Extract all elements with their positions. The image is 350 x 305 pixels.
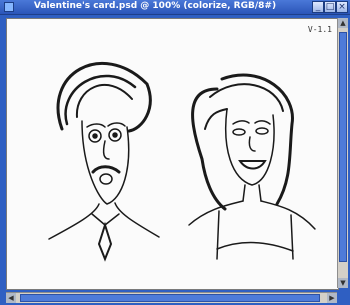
document-icon (4, 2, 14, 12)
vertical-scroll-thumb[interactable] (339, 32, 347, 262)
scroll-left-icon[interactable]: ◀ (6, 293, 16, 303)
vertical-scrollbar[interactable]: ▲ ▼ (337, 18, 348, 288)
man-sketch (48, 62, 160, 262)
scroll-down-icon[interactable]: ▼ (338, 278, 348, 288)
close-button[interactable]: × (336, 1, 348, 13)
window-titlebar[interactable]: Valentine's card.psd @ 100% (colorize, R… (0, 0, 350, 15)
scroll-up-icon[interactable]: ▲ (338, 18, 348, 28)
image-window: Valentine's card.psd @ 100% (colorize, R… (0, 0, 350, 305)
sketch-artwork (48, 62, 316, 262)
woman-sketch (188, 73, 316, 260)
window-title: Valentine's card.psd @ 100% (colorize, R… (33, 1, 277, 11)
maximize-button[interactable]: □ (324, 1, 336, 13)
horizontal-scrollbar[interactable]: ◀ ▶ (6, 292, 337, 303)
layer-badge: V-1.1 (307, 25, 332, 34)
image-canvas[interactable]: V-1.1 (6, 18, 339, 290)
horizontal-scroll-thumb[interactable] (20, 294, 320, 302)
scroll-right-icon[interactable]: ▶ (327, 293, 337, 303)
minimize-button[interactable]: _ (312, 1, 324, 13)
